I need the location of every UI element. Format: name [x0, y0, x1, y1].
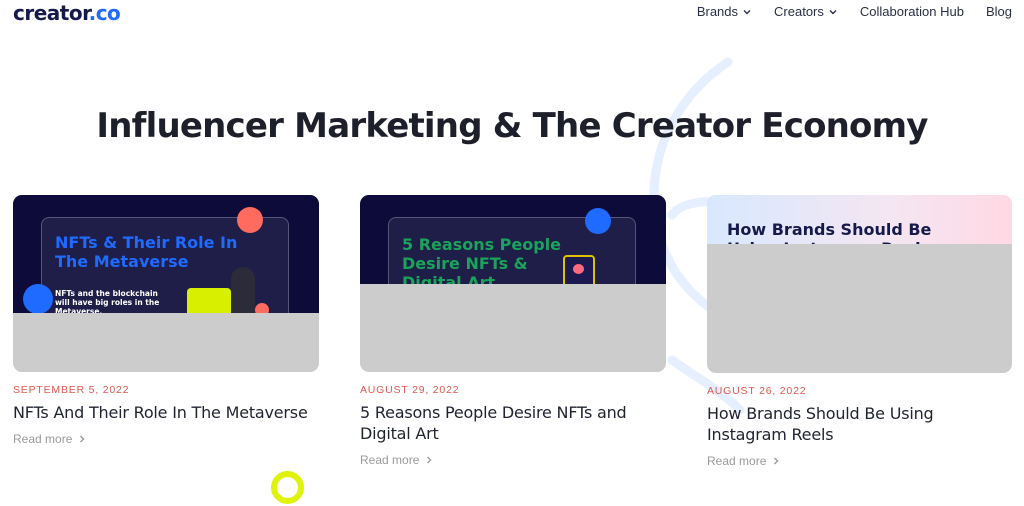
nav-item-brands[interactable]: Brands — [697, 4, 752, 19]
main-nav: Brands Creators Collaboration Hub Blog — [675, 4, 1012, 19]
logo-text: creator — [13, 1, 89, 25]
read-more-label: Read more — [360, 453, 420, 467]
read-more-link[interactable]: Read more — [360, 453, 666, 467]
post-title-link[interactable]: 5 Reasons People Desire NFTs and Digital… — [360, 402, 666, 444]
read-more-link[interactable]: Read more — [13, 432, 319, 446]
nav-label: Collaboration Hub — [859, 4, 964, 19]
chevron-down-icon — [829, 9, 837, 14]
post-date: AUGUST 29, 2022 — [360, 384, 460, 396]
thumbnail-artwork: 5 Reasons People Desire NFTs & Digital A… — [360, 195, 666, 284]
blog-post-card: NFTs & Their Role In The Metaverse NFTs … — [13, 195, 319, 446]
decorative-blob — [585, 208, 611, 234]
post-thumbnail[interactable]: 5 Reasons People Desire NFTs & Digital A… — [360, 195, 666, 372]
thumbnail-title: How Brands Should Be Using Instagram Ree… — [727, 220, 932, 244]
thumbnail-title: NFTs & Their Role In The Metaverse — [55, 233, 238, 272]
post-title-link[interactable]: How Brands Should Be Using Instagram Ree… — [707, 403, 1012, 445]
blog-post-card: 5 Reasons People Desire NFTs & Digital A… — [360, 195, 666, 467]
nav-item-blog[interactable]: Blog — [986, 4, 1012, 19]
read-more-label: Read more — [707, 454, 767, 468]
read-more-link[interactable]: Read more — [707, 454, 1012, 468]
thumbnail-title: 5 Reasons People Desire NFTs & Digital A… — [402, 235, 562, 284]
nav-label: Blog — [985, 4, 1012, 19]
chevron-down-icon — [743, 9, 751, 14]
post-thumbnail[interactable]: How Brands Should Be Using Instagram Ree… — [707, 195, 1012, 373]
post-date: AUGUST 26, 2022 — [707, 385, 807, 397]
decorative-blob — [255, 303, 269, 313]
decorative-blob — [237, 207, 263, 233]
nav-item-creators[interactable]: Creators — [774, 4, 838, 19]
post-thumbnail[interactable]: NFTs & Their Role In The Metaverse NFTs … — [13, 195, 319, 372]
read-more-label: Read more — [13, 432, 73, 446]
thumbnail-artwork: How Brands Should Be Using Instagram Ree… — [707, 195, 1012, 244]
site-logo[interactable]: creator.co — [13, 1, 121, 25]
chevron-right-icon — [774, 457, 779, 465]
decorative-blob — [23, 284, 53, 313]
post-date: SEPTEMBER 5, 2022 — [13, 384, 130, 396]
cursor-ring-decoration — [271, 471, 304, 504]
decorative-shape — [187, 288, 231, 313]
blog-post-card: How Brands Should Be Using Instagram Ree… — [707, 195, 1012, 468]
nav-item-collaboration-hub[interactable]: Collaboration Hub — [860, 4, 964, 19]
page-title: Influencer Marketing & The Creator Econo… — [96, 106, 928, 146]
thumbnail-artwork: NFTs & Their Role In The Metaverse NFTs … — [13, 195, 319, 313]
nav-label: Creators — [774, 4, 824, 19]
nav-label: Brands — [696, 4, 739, 19]
person-figure — [231, 267, 255, 313]
chevron-right-icon — [427, 456, 432, 464]
logo-suffix: .co — [88, 1, 121, 25]
post-title-link[interactable]: NFTs And Their Role In The Metaverse — [13, 402, 319, 423]
chevron-right-icon — [80, 435, 85, 443]
thumbnail-caption: NFTs and the blockchain will have big ro… — [55, 289, 160, 313]
